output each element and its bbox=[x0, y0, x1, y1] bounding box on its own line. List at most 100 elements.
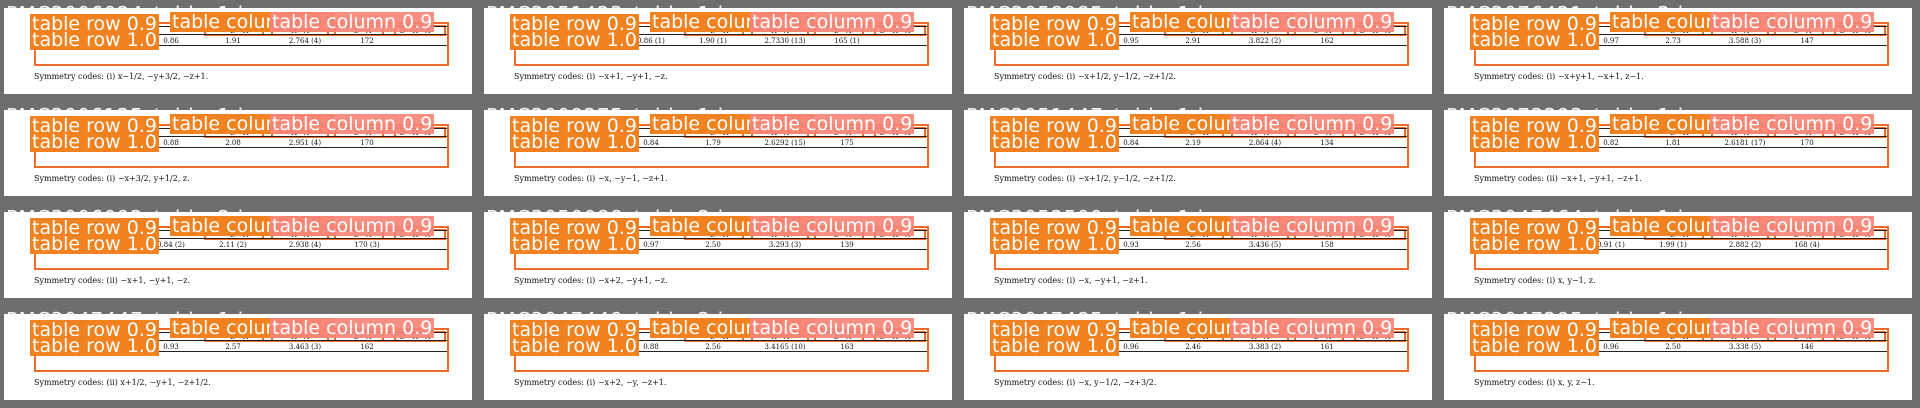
symmetry-codes: Symmetry codes: (i) −x+1/2, y−1/2, −z+1/… bbox=[994, 72, 1176, 81]
grid-cell[interactable]: D—HH···AD···AD—H···AC4—H4···O3ⁱⁱ0.932.57… bbox=[0, 306, 480, 408]
table-cell: 3.4165 (10) bbox=[764, 343, 806, 351]
detection-label: table column 0.9 bbox=[750, 317, 915, 339]
detection-label: table row 1.0 bbox=[30, 335, 159, 357]
table-cell: 163 bbox=[840, 343, 854, 351]
detection-label: table row 1.0 bbox=[1470, 233, 1599, 255]
table-cell: 172 bbox=[360, 37, 374, 45]
grid-cell[interactable]: D—HH···AD···AD—H···AO1—H1A···O3ⁱⁱ0.821.8… bbox=[1440, 102, 1920, 204]
symmetry-codes: Symmetry codes: (i) −x+1/2, y−1/2, −z+1/… bbox=[994, 174, 1176, 183]
detection-label: table row 1.0 bbox=[990, 131, 1119, 153]
detection-label: table column 0.9 bbox=[270, 113, 435, 135]
table-cell: 2.938 (4) bbox=[288, 241, 322, 249]
table-cell: 2.951 (4) bbox=[288, 139, 322, 147]
table-cell: 2.764 (4) bbox=[288, 37, 322, 45]
detection-label: table column 0.9 bbox=[750, 113, 915, 135]
table-cell: 170 bbox=[1800, 139, 1814, 147]
detection-label: table column 0.9 bbox=[1710, 317, 1875, 339]
table-cell: 2.50 bbox=[705, 241, 721, 249]
table-cell: 3.436 (5) bbox=[1248, 241, 1282, 249]
table-cell: 134 bbox=[1320, 139, 1334, 147]
grid-cell[interactable]: D—HH···AD···AD—H···AC15—H15B···Br1ⁱ0.972… bbox=[1440, 0, 1920, 102]
table-cell: 139 bbox=[840, 241, 854, 249]
grid-cell[interactable]: D—HH···AD···AD—H···AC1—H1A···Cg1ⁱ0.861.9… bbox=[0, 0, 480, 102]
grid-cell[interactable]: D—HH···AD···AD—H···AO1—H1···O2ⁱ0.841.792… bbox=[480, 102, 960, 204]
table-cell: 3.588 (3) bbox=[1728, 37, 1762, 45]
table-cell: 165 (1) bbox=[834, 37, 860, 45]
detection-label: table column 0.9 bbox=[1710, 113, 1875, 135]
table-cell: 2.73 bbox=[1665, 37, 1681, 45]
table-cell: 2.56 bbox=[1185, 241, 1201, 249]
detection-label: table column 0.9 bbox=[270, 317, 435, 339]
table-cell: 1.91 bbox=[225, 37, 241, 45]
table-cell: 3.463 (3) bbox=[288, 343, 322, 351]
table-cell: 146 bbox=[1800, 343, 1814, 351]
table-cell: 161 bbox=[1320, 343, 1334, 351]
table-cell: 2.08 bbox=[225, 139, 241, 147]
table-cell: 2.6292 (15) bbox=[764, 139, 806, 147]
table-cell: 2.57 bbox=[225, 343, 241, 351]
grid-cell[interactable]: D—HH···AD···AD—H···AC7—H7B···Cg1ⁱ0.972.5… bbox=[480, 204, 960, 306]
table-cell: 3.338 (5) bbox=[1728, 343, 1762, 351]
detection-label: table row 1.0 bbox=[1470, 335, 1599, 357]
table-cell: 2.7330 (13) bbox=[764, 37, 806, 45]
detection-label: table row 1.0 bbox=[30, 131, 159, 153]
detection-label: table row 1.0 bbox=[30, 29, 159, 51]
table-cell: 2.864 (4) bbox=[1248, 139, 1282, 147]
detection-label: table row 1.0 bbox=[510, 29, 639, 51]
grid-cell[interactable]: D—HH···AD···AD—H···AO1—H1N···O3ⁱⁱ0.84 (2… bbox=[0, 204, 480, 306]
grid-cell[interactable]: D—HH···AD···AD—H···AN2—H2···O1ⁱ0.882.082… bbox=[0, 102, 480, 204]
detection-label: table column 0.9 bbox=[1710, 215, 1875, 237]
symmetry-codes: Symmetry codes: (ii) −x+1, −y+1, −z+1. bbox=[1474, 174, 1642, 183]
table-cell: 162 bbox=[360, 343, 374, 351]
table-cell: 2.56 bbox=[705, 343, 721, 351]
grid-cell[interactable]: D—HH···AD···AD—H···AC3—H3···S1ⁱ0.882.563… bbox=[480, 306, 960, 408]
grid-cell[interactable]: D—HH···AD···AD—H···AO1—H1N···O3ⁱ0.86 (1)… bbox=[480, 0, 960, 102]
grid-cell[interactable]: D—HH···AD···AD—H···AC16—H16C···O1ⁱ0.962.… bbox=[960, 306, 1440, 408]
detection-label: table column 0.9 bbox=[1710, 11, 1875, 33]
table-cell: 2.19 bbox=[1185, 139, 1201, 147]
symmetry-codes: Symmetry codes: (i) −x+y+1, −x+1, z−1. bbox=[1474, 72, 1644, 81]
symmetry-codes: Symmetry codes: (ii) −x+1, −y+1, −z. bbox=[34, 276, 191, 285]
detection-label: table row 1.0 bbox=[990, 29, 1119, 51]
symmetry-codes: Symmetry codes: (i) x−1/2, −y+3/2, −z+1. bbox=[34, 72, 209, 81]
table-cell: 147 bbox=[1800, 37, 1814, 45]
detection-label: table row 1.0 bbox=[990, 233, 1119, 255]
table-cell: 175 bbox=[840, 139, 854, 147]
grid-cell[interactable]: D—HH···AD···AD—H···AC16—H16···O1ⁱ0.932.5… bbox=[960, 204, 1440, 306]
symmetry-codes: Symmetry codes: (i) −x, −y−1, −z+1. bbox=[514, 174, 668, 183]
thumbnail-grid: D—HH···AD···AD—H···AC1—H1A···Cg1ⁱ0.861.9… bbox=[0, 0, 1920, 408]
symmetry-codes: Symmetry codes: (i) x, y, z−1. bbox=[1474, 378, 1595, 387]
symmetry-codes: Symmetry codes: (i) −x+3/2, y+1/2, z. bbox=[34, 174, 190, 183]
detection-label: table row 1.0 bbox=[1470, 29, 1599, 51]
grid-cell[interactable]: D—HH···AD···AD—H···AC4—H3···Cg1ⁱ0.952.91… bbox=[960, 0, 1440, 102]
table-cell: 170 bbox=[360, 139, 374, 147]
grid-cell[interactable]: D—HH···AD···AD—H···AO1—H1···O1ⁱ0.842.192… bbox=[960, 102, 1440, 204]
detection-label: table row 1.0 bbox=[1470, 131, 1599, 153]
symmetry-codes: Symmetry codes: (i) −x, y−1/2, −z+3/2. bbox=[994, 378, 1157, 387]
symmetry-codes: Symmetry codes: (i) −x+2, −y, −z+1. bbox=[514, 378, 667, 387]
detection-label: table row 1.0 bbox=[30, 233, 159, 255]
table-cell: 168 (4) bbox=[1794, 241, 1820, 249]
table-cell: 1.99 (1) bbox=[1659, 241, 1687, 249]
table-cell: 158 bbox=[1320, 241, 1334, 249]
table-cell: 1.81 bbox=[1665, 139, 1681, 147]
table-cell: 3.822 (2) bbox=[1248, 37, 1282, 45]
detection-label: table row 1.0 bbox=[510, 335, 639, 357]
symmetry-codes: Symmetry codes: (i) −x+2, −y+1, −z. bbox=[514, 276, 668, 285]
detection-label: table column 0.9 bbox=[1230, 113, 1395, 135]
symmetry-codes: Symmetry codes: (i) −x, −y+1, −z+1. bbox=[994, 276, 1148, 285]
detection-label: table column 0.9 bbox=[270, 215, 435, 237]
detection-label: table row 1.0 bbox=[990, 335, 1119, 357]
table-cell: 2.91 bbox=[1185, 37, 1201, 45]
detection-label: table column 0.9 bbox=[270, 11, 435, 33]
table-cell: 3.293 (3) bbox=[768, 241, 802, 249]
table-cell: 3.383 (2) bbox=[1248, 343, 1282, 351]
detection-label: table column 0.9 bbox=[1230, 215, 1395, 237]
table-cell: 1.79 bbox=[705, 139, 721, 147]
table-cell: 162 bbox=[1320, 37, 1334, 45]
symmetry-codes: Symmetry codes: (ii) x+1/2, −y+1, −z+1/2… bbox=[34, 378, 211, 387]
symmetry-codes: Symmetry codes: (i) x, y−1, z. bbox=[1474, 276, 1596, 285]
grid-cell[interactable]: D—HH···AD···AD—H···AN2—H2···O1ⁱ0.91 (1)1… bbox=[1440, 204, 1920, 306]
table-cell: 2.50 bbox=[1665, 343, 1681, 351]
grid-cell[interactable]: D—HH···AD···AD—H···AO20—H20A···O1ⁱ0.962.… bbox=[1440, 306, 1920, 408]
